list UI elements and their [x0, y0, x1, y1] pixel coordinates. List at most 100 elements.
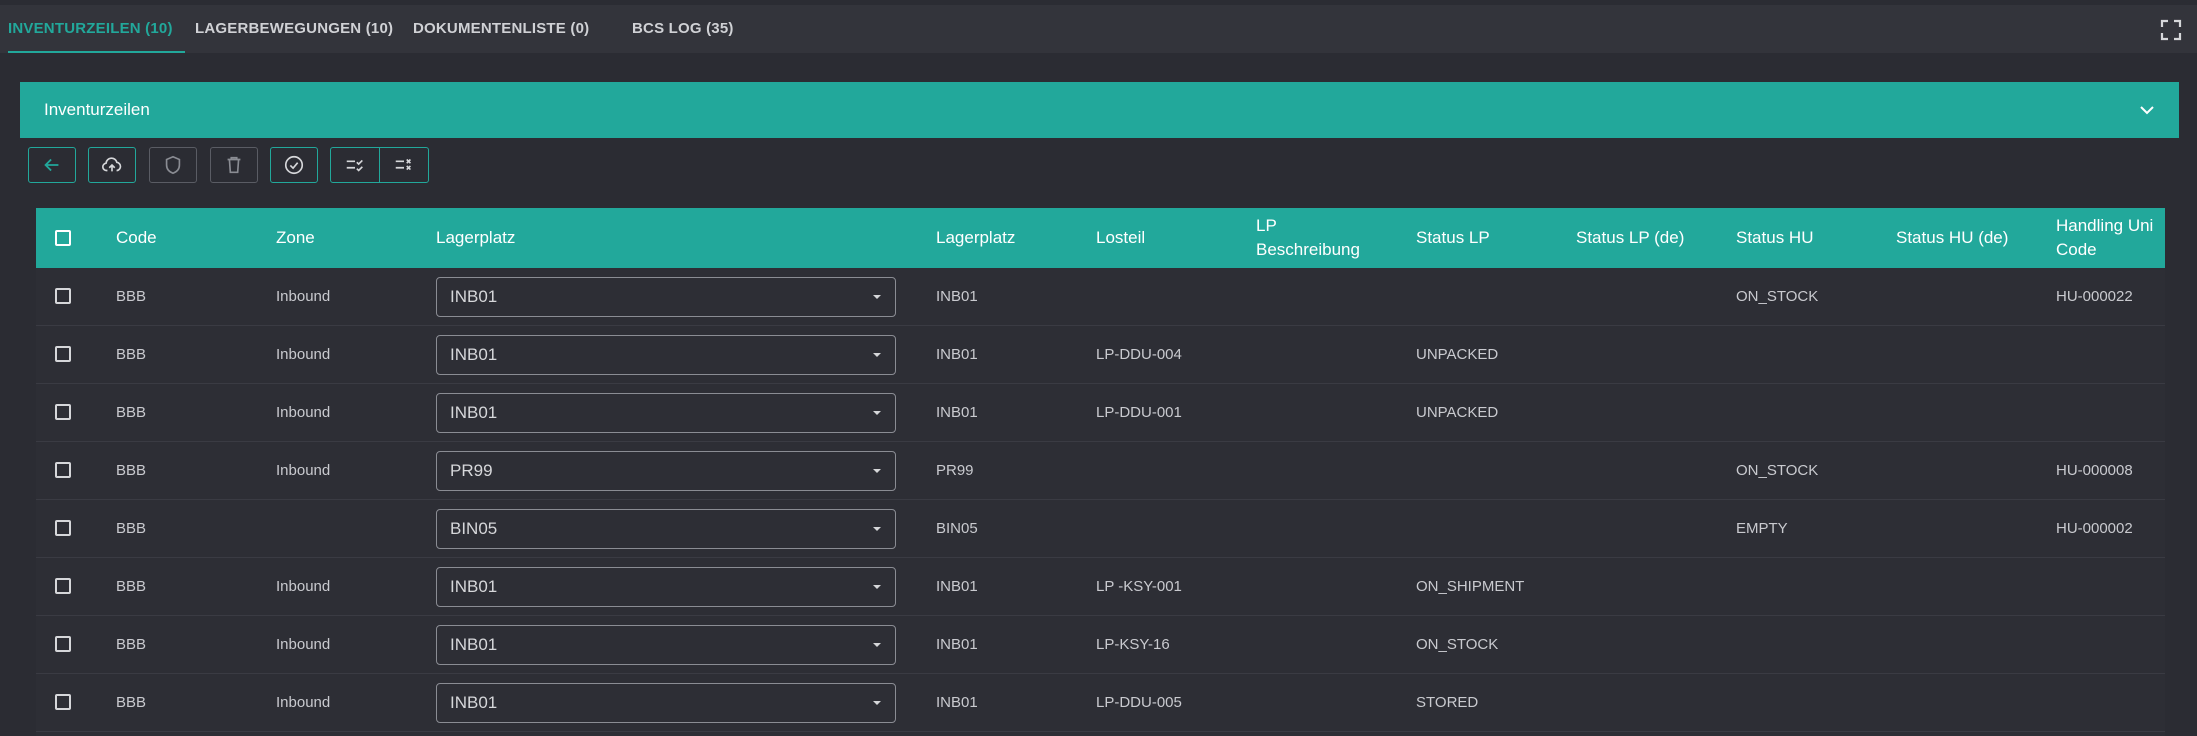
caret-down-icon [873, 469, 881, 473]
tab-inventurzeilen[interactable]: INVENTURZEILEN (10) [8, 5, 185, 53]
confirm-button[interactable] [270, 147, 318, 183]
row-checkbox[interactable] [55, 694, 71, 710]
cell-code: BBB [116, 636, 147, 653]
row-checkbox[interactable] [55, 288, 71, 304]
cell-zone: Inbound [276, 694, 331, 711]
cell-status-lp: ON_SHIPMENT [1416, 578, 1525, 595]
cell-losteil: LP -KSY-001 [1096, 578, 1182, 595]
cell-zone: Inbound [276, 346, 331, 363]
cell-lagerplatz: INB01 [936, 694, 978, 711]
lagerplatz-select-value: PR99 [450, 461, 493, 480]
check-circle-icon [284, 155, 304, 175]
cell-code: BBB [116, 694, 147, 711]
select-all-button[interactable] [330, 147, 380, 183]
header-handling-unit-code[interactable]: Handling Uni Code [2056, 208, 2153, 268]
back-button[interactable] [28, 147, 76, 183]
cell-losteil: LP-KSY-16 [1096, 636, 1170, 653]
lagerplatz-select[interactable]: BIN05 [436, 509, 896, 549]
header-status-lp[interactable]: Status LP [1416, 208, 1490, 268]
section-title: Inventurzeilen [44, 100, 150, 119]
header-code[interactable]: Code [116, 208, 157, 268]
lagerplatz-select[interactable]: PR99 [436, 451, 896, 491]
tab-lagerbewegungen[interactable]: LAGERBEWEGUNGEN (10) [195, 5, 393, 53]
row-checkbox[interactable] [55, 462, 71, 478]
cell-losteil: LP-DDU-004 [1096, 346, 1182, 363]
cell-status-hu: EMPTY [1736, 520, 1788, 537]
chevron-down-icon[interactable] [2135, 98, 2159, 122]
table-row[interactable]: BBB Inbound INB01 ON_STOCK HU-000022 INB01 [36, 268, 2165, 326]
cell-zone: Inbound [276, 578, 331, 595]
select-all-checkbox[interactable] [55, 230, 71, 246]
table-row[interactable]: BBB Inbound INB01 LP-KSY-16 ON_STOCK INB01 [36, 616, 2165, 674]
shield-icon [165, 155, 181, 175]
table-header: Code Zone Lagerplatz Lagerplatz Losteil … [36, 208, 2165, 268]
inventory-table: Code Zone Lagerplatz Lagerplatz Losteil … [36, 208, 2165, 736]
cell-code: BBB [116, 404, 147, 421]
row-checkbox[interactable] [55, 636, 71, 652]
cell-zone: Inbound [276, 462, 331, 479]
lagerplatz-select-value: INB01 [450, 287, 498, 306]
header-zone[interactable]: Zone [276, 208, 315, 268]
cell-zone: Inbound [276, 288, 331, 305]
cell-handling-unit-code: HU-000002 [2056, 520, 2133, 537]
list-remove-icon [395, 158, 412, 171]
caret-down-icon [873, 295, 881, 299]
cell-code: BBB [116, 346, 147, 363]
table-row[interactable]: BBB Inbound PR99 ON_STOCK HU-000008 PR99 [36, 442, 2165, 500]
row-checkbox[interactable] [55, 578, 71, 594]
list-check-icon [346, 159, 363, 172]
row-checkbox[interactable] [55, 520, 71, 536]
upload-button[interactable] [88, 147, 136, 183]
lagerplatz-select[interactable]: INB01 [436, 625, 896, 665]
caret-down-icon [873, 585, 881, 589]
caret-down-icon [873, 411, 881, 415]
header-lagerplatz-select[interactable]: Lagerplatz [436, 208, 515, 268]
cell-lagerplatz: BIN05 [936, 520, 978, 537]
lagerplatz-select-value: INB01 [450, 693, 498, 712]
arrow-left-icon [44, 158, 59, 172]
cell-lagerplatz: INB01 [936, 404, 978, 421]
row-checkbox[interactable] [55, 346, 71, 362]
cell-code: BBB [116, 520, 147, 537]
lagerplatz-select[interactable]: INB01 [436, 567, 896, 607]
header-losteil[interactable]: Losteil [1096, 208, 1145, 268]
lagerplatz-select-value: INB01 [450, 345, 498, 364]
deselect-all-button[interactable] [379, 147, 429, 183]
section-header[interactable]: Inventurzeilen [20, 82, 2179, 138]
cell-lagerplatz: INB01 [936, 288, 978, 305]
cell-code: BBB [116, 288, 147, 305]
header-status-hu-de[interactable]: Status HU (de) [1896, 208, 2008, 268]
cell-handling-unit-code: HU-000008 [2056, 462, 2133, 479]
lagerplatz-select[interactable]: INB01 [436, 277, 896, 317]
shield-button[interactable] [149, 147, 197, 183]
table-row[interactable]: BBB Inbound INB01 LP-DDU-004 UNPACKED INB01 [36, 326, 2165, 384]
table-row[interactable]: BBB Inbound INB01 LP -KSY-001 ON_SHIPMENT INB… [36, 558, 2165, 616]
caret-down-icon [873, 527, 881, 531]
lagerplatz-select[interactable]: INB01 [436, 393, 896, 433]
cell-losteil: LP-DDU-001 [1096, 404, 1182, 421]
lagerplatz-select[interactable]: INB01 [436, 683, 896, 723]
header-lp-beschreibung-line2: Beschreibung [1256, 240, 1360, 259]
tab-bcs-log[interactable]: BCS LOG (35) [632, 5, 734, 53]
delete-button[interactable] [210, 147, 258, 183]
header-status-hu[interactable]: Status HU [1736, 208, 1813, 268]
lagerplatz-select-value: INB01 [450, 577, 498, 596]
cell-status-lp: ON_STOCK [1416, 636, 1499, 653]
lagerplatz-select-value: BIN05 [450, 519, 498, 538]
fullscreen-icon[interactable] [2159, 18, 2183, 42]
table-row[interactable]: BBB Inbound INB01 LP-DDU-005 STORED INB01 [36, 674, 2165, 732]
table-row[interactable]: BBB BIN05 EMPTY HU-000002 BIN05 [36, 500, 2165, 558]
cell-lagerplatz: INB01 [936, 578, 978, 595]
trash-icon [227, 156, 241, 174]
cell-status-hu: ON_STOCK [1736, 462, 1819, 479]
caret-down-icon [873, 701, 881, 705]
cloud-upload-icon [102, 157, 122, 172]
lagerplatz-select[interactable]: INB01 [436, 335, 896, 375]
tab-dokumentenliste[interactable]: DOKUMENTENLISTE (0) [413, 5, 589, 53]
row-checkbox[interactable] [55, 404, 71, 420]
header-status-lp-de[interactable]: Status LP (de) [1576, 208, 1684, 268]
header-handling-unit-code-line2: Code [2056, 240, 2097, 259]
header-lagerplatz[interactable]: Lagerplatz [936, 208, 1015, 268]
header-lp-beschreibung[interactable]: LP Beschreibung [1256, 208, 1360, 268]
table-row[interactable]: BBB Inbound INB01 LP-DDU-001 UNPACKED INB01 [36, 384, 2165, 442]
